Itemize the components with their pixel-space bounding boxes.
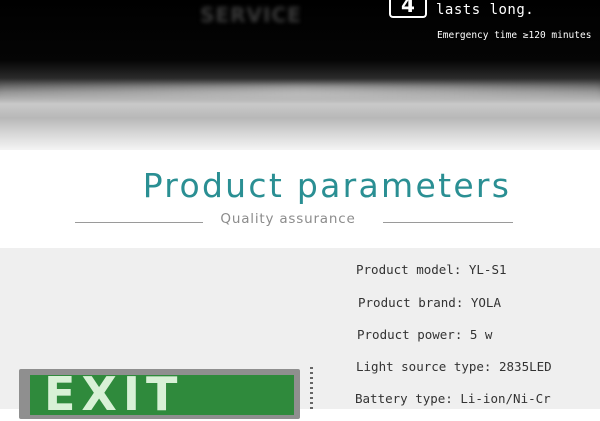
emergency-time-text: Emergency time ≥120 minutes [437, 30, 592, 41]
exit-sign-text: EXIT [44, 367, 184, 421]
banner-reflection [0, 84, 600, 98]
param-battery: Battery type: Li-ion/Ni-Cr [355, 391, 551, 406]
param-brand: Product brand: YOLA [358, 295, 501, 310]
dotted-guide [310, 367, 313, 409]
blurred-banner-text: SERVICE [200, 3, 302, 27]
param-power: Product power: 5 w [357, 327, 493, 342]
section-title: Product parameters [142, 166, 512, 205]
divider-right [383, 222, 513, 223]
divider-left [75, 222, 203, 223]
number-badge: 4 [389, 0, 427, 18]
banner-headline: lasts long. [436, 2, 535, 18]
section-subtitle: Quality assurance [220, 211, 356, 227]
param-model: Product model: YL-S1 [356, 262, 507, 277]
top-banner: SERVICE 4 lasts long. Emergency time ≥12… [0, 0, 600, 150]
param-light-source: Light source type: 2835LED [356, 359, 552, 374]
